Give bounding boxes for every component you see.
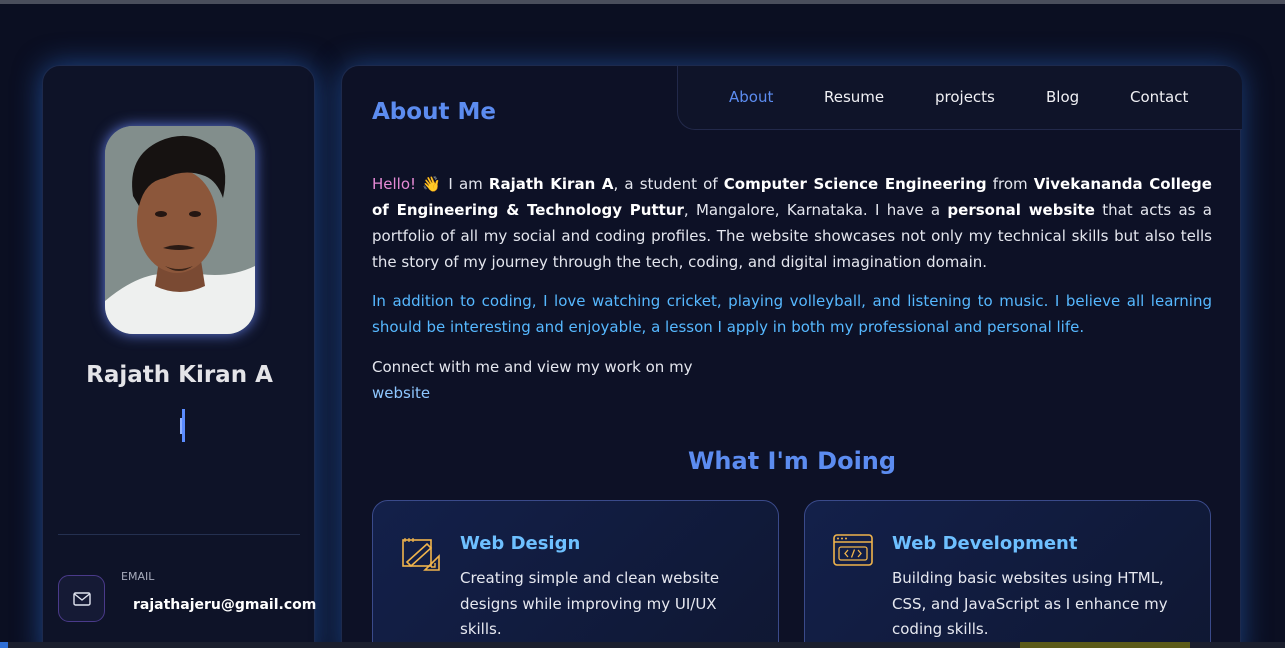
- nav-resume[interactable]: Resume: [824, 88, 884, 106]
- card-text: Building basic websites using HTML, CSS,…: [892, 569, 1168, 638]
- card-text: Creating simple and clean website design…: [460, 569, 720, 638]
- mail-icon: [72, 591, 91, 606]
- personal-website-bold: personal website: [947, 201, 1095, 219]
- wave-emoji: 👋: [422, 175, 443, 193]
- nav-about[interactable]: About: [729, 88, 773, 106]
- page-title: About Me: [372, 99, 496, 125]
- code-window-icon: [833, 534, 873, 566]
- taskbar-start: [0, 642, 8, 648]
- service-card-web-development: Web Development Building basic websites …: [804, 500, 1211, 648]
- email-link[interactable]: rajathajeru@gmail.com: [133, 597, 316, 613]
- section-title-doing: What I'm Doing: [687, 447, 897, 475]
- about-paragraph-1: Hello! 👋 I am Rajath Kiran A, a student …: [372, 175, 1213, 271]
- avatar: [105, 126, 255, 334]
- course-bold: Computer Science Engineering: [723, 175, 987, 193]
- about-paragraph-2: In addition to coding, I love watching c…: [372, 292, 1212, 336]
- design-pen-icon: [402, 538, 440, 571]
- website-link[interactable]: website: [372, 384, 430, 402]
- profile-sidebar: Rajath Kiran A EMAIL rajathajeru@gmail.c…: [42, 65, 316, 648]
- card-title: Web Development: [892, 533, 1078, 554]
- nav-blog[interactable]: Blog: [1046, 88, 1079, 106]
- nav-contact[interactable]: Contact: [1130, 88, 1188, 106]
- email-label: EMAIL: [121, 570, 155, 583]
- top-navbar: About Resume projects Blog Contact: [677, 66, 1242, 130]
- hello-text: Hello!: [372, 175, 417, 193]
- service-card-web-design: Web Design Creating simple and clean web…: [372, 500, 779, 648]
- about-paragraph-3: Connect with me and view my work on my we…: [372, 358, 693, 402]
- taskbar-strip: [0, 642, 1285, 648]
- sidebar-divider: [58, 534, 300, 535]
- window-top-bar: [0, 0, 1285, 4]
- card-title: Web Design: [460, 533, 581, 554]
- profile-name: Rajath Kiran A: [86, 362, 273, 388]
- typing-cursor: [182, 409, 185, 442]
- nav-projects[interactable]: projects: [935, 88, 995, 106]
- taskbar-highlight: [1020, 642, 1190, 648]
- main-panel: About Resume projects Blog Contact About…: [341, 65, 1242, 648]
- name-bold: Rajath Kiran A: [488, 175, 614, 193]
- email-icon-box[interactable]: [58, 575, 105, 622]
